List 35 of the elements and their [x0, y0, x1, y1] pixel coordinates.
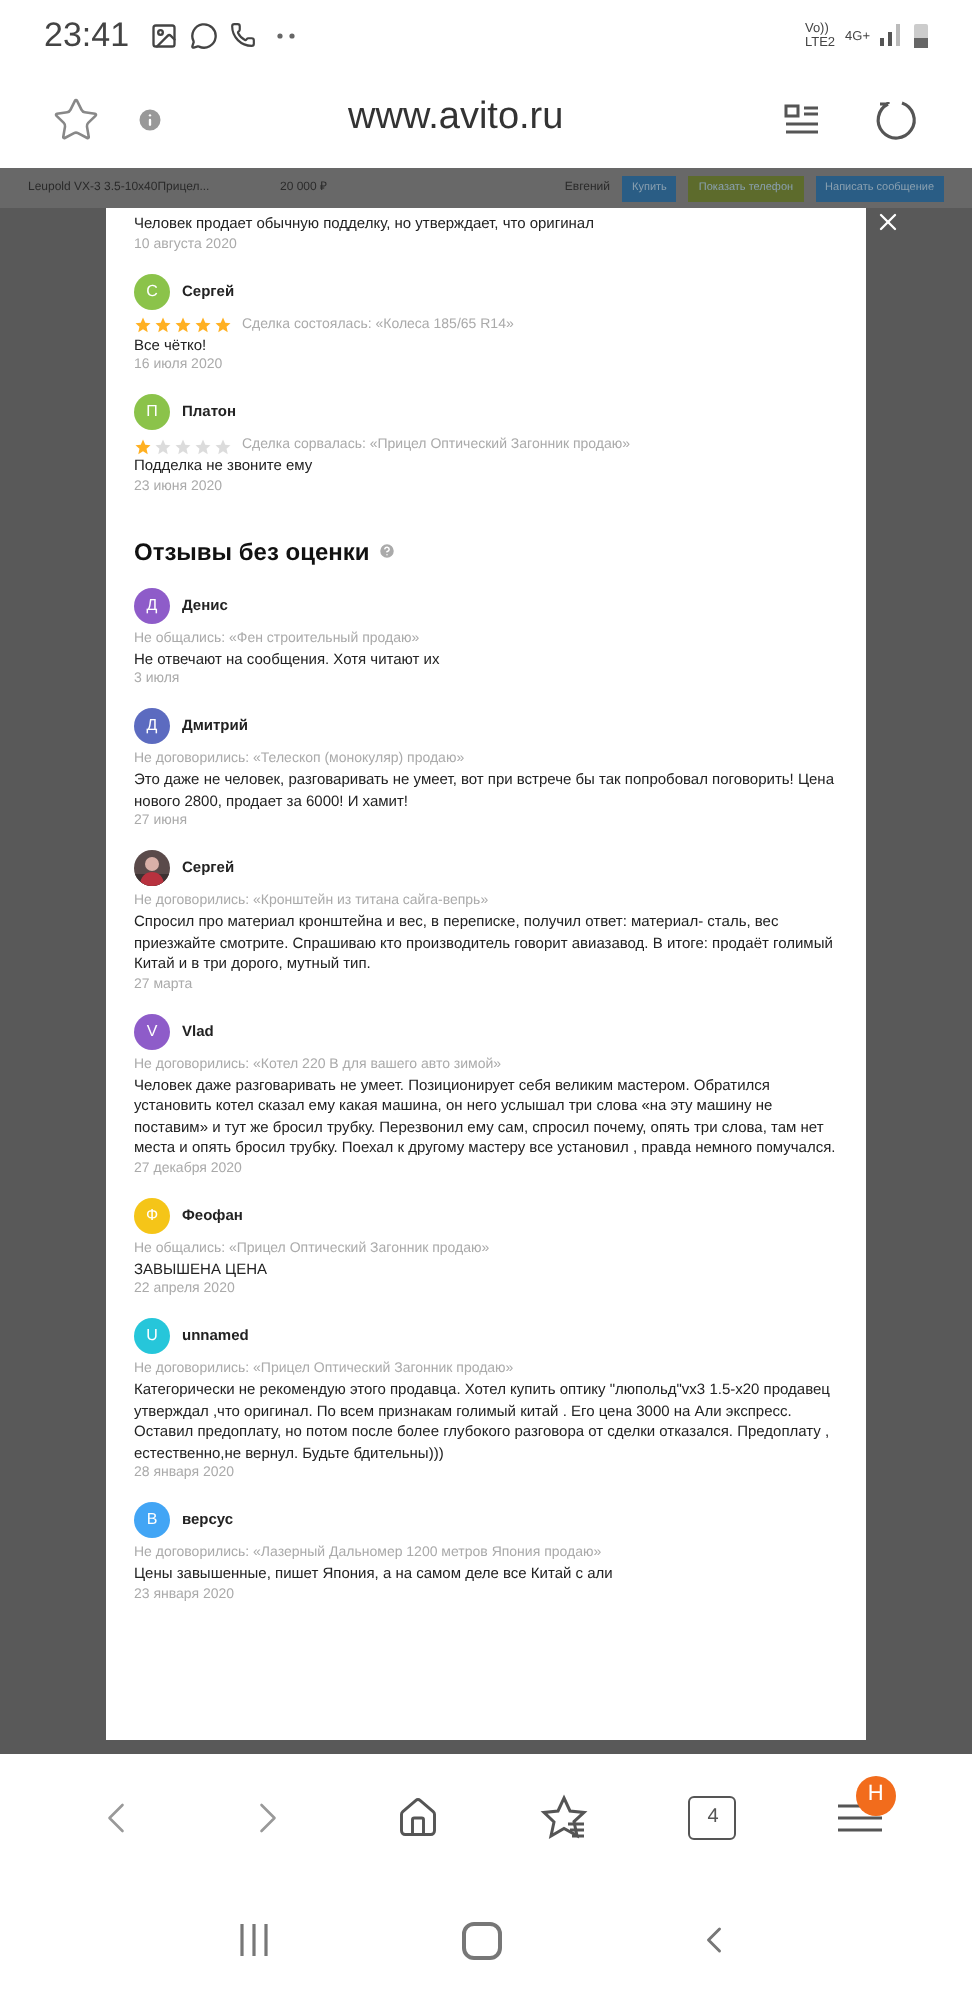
battery-icon — [914, 22, 928, 48]
more-icon — [275, 31, 296, 39]
avatar: U — [134, 1318, 170, 1354]
chat-icon — [189, 21, 218, 49]
filled-star-icon — [134, 316, 152, 334]
avatar: V — [134, 1013, 170, 1049]
bookmarks-icon[interactable] — [540, 1793, 589, 1841]
avatar: П — [134, 394, 170, 430]
reader-icon[interactable] — [782, 99, 822, 139]
tabs-button[interactable]: 4 — [688, 1795, 737, 1839]
image-icon — [149, 21, 178, 49]
filled-star-icon — [194, 316, 212, 334]
section-title: Отзывы без оценки — [134, 535, 370, 569]
notification-badge: H — [855, 1775, 896, 1815]
recent-apps-icon[interactable] — [235, 1924, 272, 1956]
avatar: Д — [134, 708, 170, 744]
home-icon[interactable] — [395, 1795, 440, 1839]
info-icon[interactable] — [136, 105, 164, 133]
avatar: С — [134, 273, 170, 309]
filled-star-icon — [154, 316, 172, 334]
signal-icon — [880, 24, 904, 46]
close-icon[interactable] — [874, 208, 902, 236]
avatar: Д — [134, 587, 170, 623]
bookmark-star-icon[interactable] — [52, 95, 100, 143]
phone-icon — [229, 22, 256, 48]
help-icon[interactable] — [377, 542, 396, 560]
address-field[interactable]: www.avito.ru — [348, 90, 564, 148]
clock: 23:41 — [44, 13, 130, 58]
filled-star-icon — [174, 316, 192, 334]
menu-icon[interactable] — [837, 1801, 882, 1833]
filled-star-icon — [214, 316, 232, 334]
home-button[interactable] — [461, 1921, 502, 1959]
filled-star-icon — [134, 437, 152, 455]
avatar: В — [134, 1502, 170, 1538]
avatar: Ф — [134, 1197, 170, 1233]
